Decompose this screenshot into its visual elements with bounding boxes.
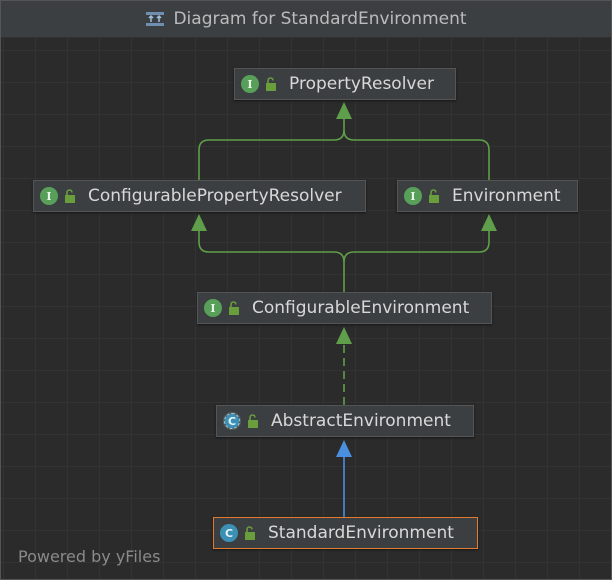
unlocked-icon [429,189,439,203]
unlocked-icon [229,301,239,315]
interface-icon: I [404,187,422,205]
edge-cpr-to-pr [198,118,345,180]
unlocked-icon [266,77,276,91]
node-label: ConfigurableEnvironment [252,298,470,318]
abstract-class-icon: C [223,412,241,430]
node-environment[interactable]: I Environment [397,180,578,212]
unlocked-icon [65,189,75,203]
diagram-canvas[interactable]: I PropertyResolver I ConfigurablePropert… [1,38,611,579]
window-title: Diagram for StandardEnvironment [173,9,467,29]
node-label: StandardEnvironment [268,523,454,543]
node-configurable-environment[interactable]: I ConfigurableEnvironment [197,292,492,324]
node-standard-environment[interactable]: C StandardEnvironment [213,517,478,549]
title-bar: Diagram for StandardEnvironment [1,1,611,38]
class-icon: C [220,524,238,542]
interface-icon: I [40,187,58,205]
edge-ce-to-cpr [198,230,345,292]
arrowhead-configurable-environment [336,327,352,344]
node-label: PropertyResolver [289,74,434,94]
node-label: AbstractEnvironment [271,411,451,431]
arrowhead-environment [481,214,497,231]
interface-icon: I [241,75,259,93]
node-abstract-environment[interactable]: C AbstractEnvironment [216,405,474,437]
diagram-icon [146,12,165,26]
arrowhead-property-resolver [336,102,352,119]
arrowhead-configurable-property-resolver [191,214,207,231]
edge-env-to-pr [343,129,490,180]
node-label: Environment [452,186,561,206]
node-property-resolver[interactable]: I PropertyResolver [234,68,456,100]
node-label: ConfigurablePropertyResolver [88,186,342,206]
diagram-window: Diagram for StandardEnvironment I Proper… [0,0,612,580]
powered-by-label: Powered by yFiles [18,547,161,566]
edge-ce-to-env [343,230,490,263]
interface-icon: I [204,299,222,317]
node-configurable-property-resolver[interactable]: I ConfigurablePropertyResolver [33,180,366,212]
unlocked-icon [248,414,258,428]
unlocked-icon [245,526,255,540]
abstract-class-badge-letter: C [224,413,240,429]
arrowhead-abstract-environment [336,440,352,457]
